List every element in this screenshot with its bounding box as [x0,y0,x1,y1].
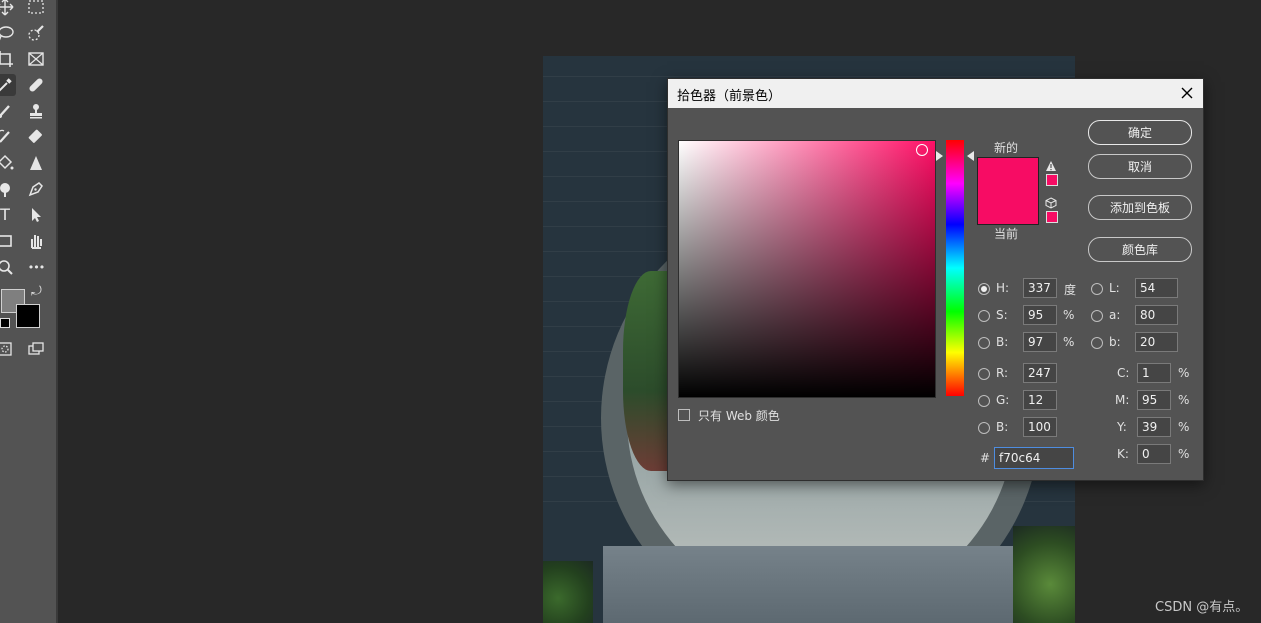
radio-brightness[interactable] [978,337,990,349]
radio-s[interactable] [978,310,990,322]
unit-h: 度 [1064,283,1077,297]
eraser-icon[interactable] [25,126,47,148]
paint-bucket-icon[interactable] [0,152,16,174]
color-field[interactable] [678,140,936,398]
c-input[interactable]: 1 [1137,363,1171,383]
history-brush-icon[interactable] [0,126,16,148]
label-a: a: [1109,308,1121,322]
sharpen-icon[interactable] [25,152,47,174]
swap-colors-icon[interactable]: ⤾ [31,284,42,299]
zoom-icon[interactable] [0,256,16,278]
unit-k: % [1178,447,1190,461]
m-input[interactable]: 95 [1137,390,1171,410]
ok-button[interactable]: 确定 [1088,120,1192,145]
current-color-label: 当前 [994,227,1019,241]
lasso-icon[interactable] [0,22,16,44]
hex-input[interactable]: f70c64 [994,447,1074,469]
web-safe-color-swatch[interactable] [1046,211,1058,223]
unit-brightness: % [1063,335,1075,349]
brush-icon[interactable] [0,100,16,122]
hand-icon[interactable] [25,230,47,252]
cancel-button[interactable]: 取消 [1088,154,1192,179]
hue-slider-handle-left[interactable] [936,151,943,161]
unit-y: % [1178,420,1190,434]
quick-select-icon[interactable] [25,22,47,44]
radio-g[interactable] [978,395,990,407]
gamut-color-swatch[interactable] [1046,174,1058,186]
close-icon [1181,87,1193,99]
screen-mode-icon[interactable] [25,338,47,360]
unit-m: % [1178,393,1190,407]
hue-slider[interactable] [946,140,964,396]
label-m: M: [1115,393,1130,407]
radio-blue[interactable] [978,422,990,434]
unit-c: % [1178,366,1190,380]
label-y: Y: [1117,420,1127,434]
unit-s: % [1063,308,1075,322]
more-icon[interactable]: ••• [25,256,47,278]
k-input[interactable]: 0 [1137,444,1171,464]
move-icon[interactable] [0,0,16,18]
healing-brush-icon[interactable] [25,74,47,96]
label-l: L: [1109,281,1120,295]
hex-label: # [980,451,991,465]
lab-b-input[interactable]: 20 [1135,332,1178,352]
current-color-swatch[interactable] [977,191,1039,225]
h-input[interactable]: 337 [1023,278,1057,298]
s-input[interactable]: 95 [1023,305,1057,325]
g-input[interactable]: 12 [1023,390,1057,410]
dodge-icon[interactable] [0,178,16,200]
label-lab-b: b: [1109,335,1121,349]
label-k: K: [1117,447,1129,461]
y-input[interactable]: 39 [1137,417,1171,437]
radio-r[interactable] [978,368,990,380]
background-color-swatch[interactable] [16,304,40,328]
pen-icon[interactable] [25,178,47,200]
label-g: G: [996,393,1010,407]
default-colors-icon[interactable] [0,318,10,328]
web-only-label: 只有 Web 颜色 [698,409,780,423]
stamp-icon[interactable] [25,100,47,122]
tools-panel: T ••• ⤾ [0,0,58,623]
hue-slider-handle-right[interactable] [967,151,974,161]
rectangle-icon[interactable] [0,230,16,252]
frame-icon[interactable] [25,48,47,70]
dialog-title: 拾色器（前景色） [677,89,782,104]
new-color-swatch [977,157,1039,192]
label-s: S: [996,308,1008,322]
eyedropper-icon[interactable] [0,74,16,96]
close-button[interactable] [1177,83,1197,103]
brightness-input[interactable]: 97 [1023,332,1057,352]
blue-input[interactable]: 100 [1023,417,1057,437]
label-c: C: [1117,366,1130,380]
radio-l[interactable] [1091,283,1103,295]
path-select-icon[interactable] [25,204,47,226]
radio-a[interactable] [1091,310,1103,322]
a-input[interactable]: 80 [1135,305,1178,325]
type-icon[interactable]: T [0,204,16,226]
label-brightness: B: [996,335,1009,349]
marquee-icon[interactable] [25,0,47,18]
crop-icon[interactable] [0,48,16,70]
dialog-titlebar[interactable]: 拾色器（前景色） [668,79,1203,108]
radio-lab-b[interactable] [1091,337,1103,349]
new-color-label: 新的 [994,141,1019,155]
quick-mask-icon[interactable] [0,338,16,360]
l-input[interactable]: 54 [1135,278,1178,298]
watermark: CSDN @有点。 [1155,600,1249,615]
label-h: H: [996,281,1010,295]
web-only-checkbox[interactable] [678,409,690,421]
plants-left [543,561,593,623]
color-libraries-button[interactable]: 颜色库 [1088,237,1192,262]
pavement [603,546,1023,623]
label-blue: B: [996,420,1009,434]
radio-h[interactable] [978,283,990,295]
add-to-swatches-button[interactable]: 添加到色板 [1088,195,1192,220]
plants-right [1013,526,1075,623]
label-r: R: [996,366,1009,380]
r-input[interactable]: 247 [1023,363,1057,383]
color-field-cursor[interactable] [916,144,928,156]
color-picker-dialog: 拾色器（前景色） 新的 当前 确定 取消 添加到色板 颜色库 H: 337 度 … [667,78,1204,481]
